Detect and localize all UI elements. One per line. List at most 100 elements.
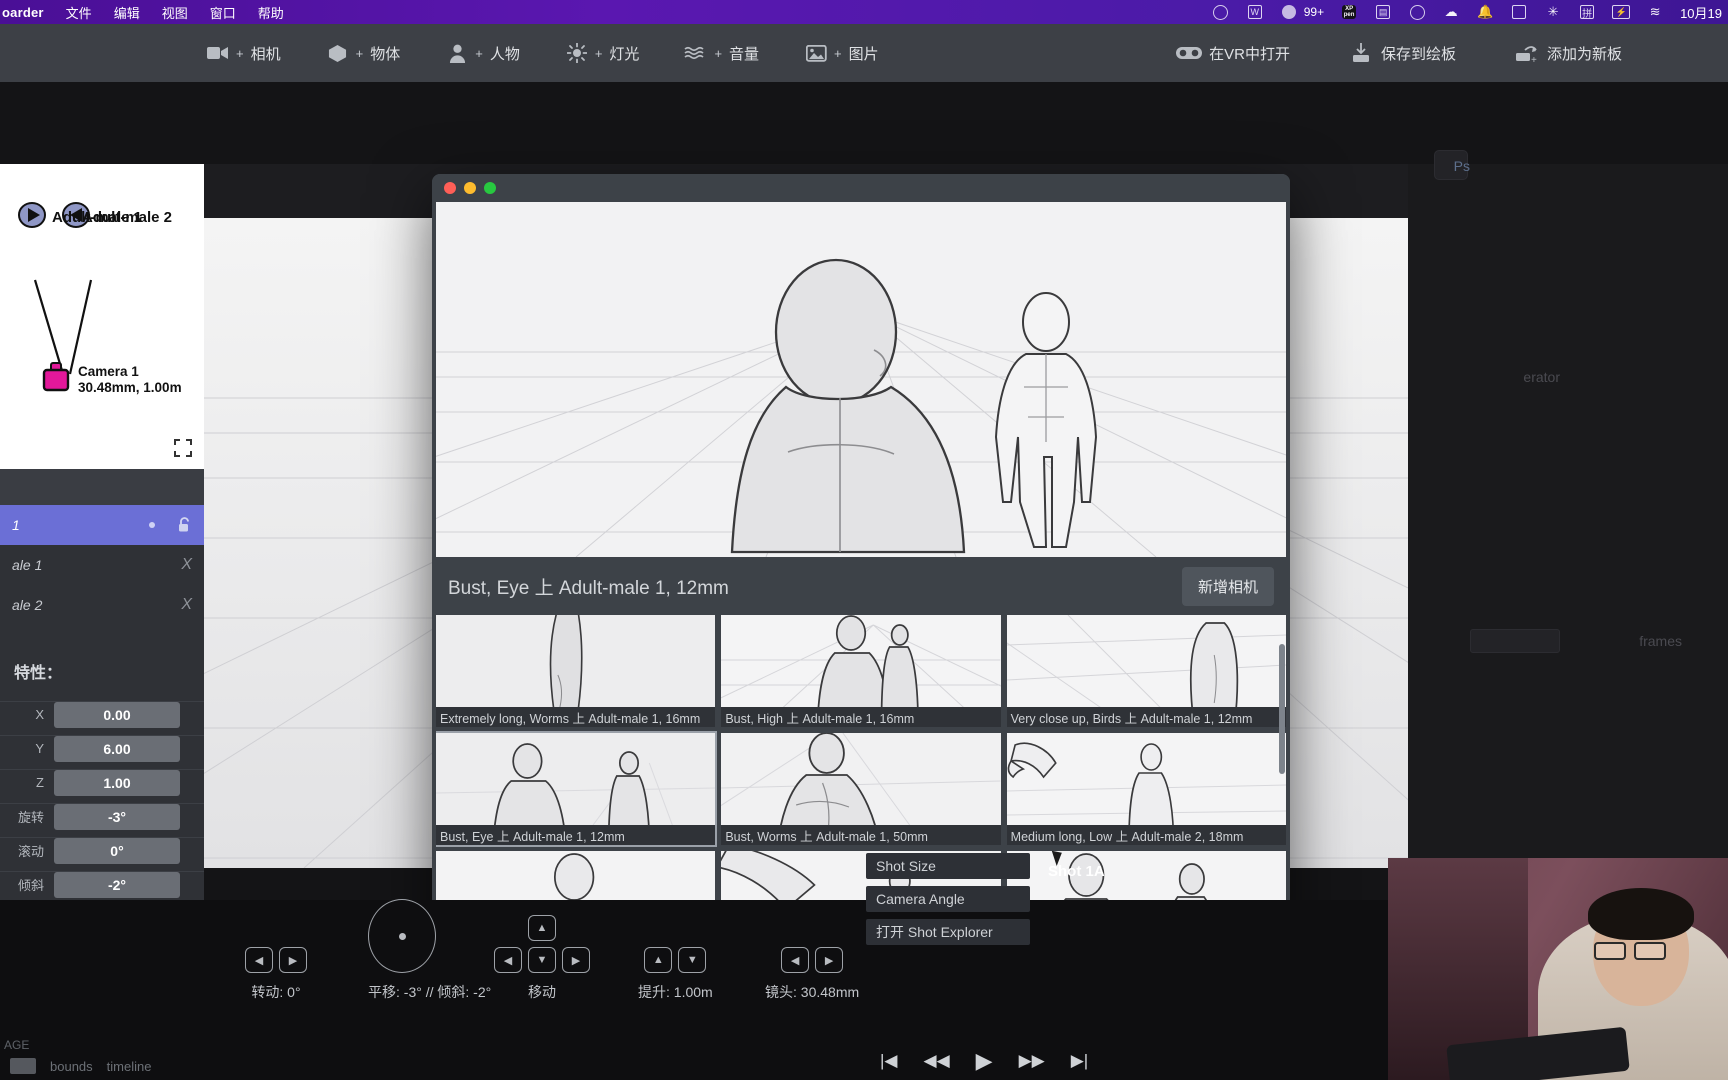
cloud-icon[interactable]: ☁ xyxy=(1442,4,1460,20)
property-label-z: Z xyxy=(36,775,44,790)
move-control: ▲ ◀ ▼ ▶ 移动 xyxy=(494,915,590,1002)
move-down-button[interactable]: ▼ xyxy=(528,947,556,973)
toolbar-add-as-new-board[interactable]: + 添加为新板 xyxy=(1514,43,1622,64)
pan-tilt-joystick[interactable] xyxy=(368,899,436,973)
bluetooth-icon[interactable]: ✳ xyxy=(1544,4,1562,20)
camera-angle-button[interactable]: Camera Angle xyxy=(866,886,1030,912)
menu-view[interactable]: 视图 xyxy=(162,3,188,22)
toolbar-label-light: 灯光 xyxy=(609,45,640,63)
modal-titlebar[interactable] xyxy=(432,174,1290,202)
figure-marker-icon-a[interactable] xyxy=(18,202,48,228)
thumbnail-3[interactable]: Bust, Eye 上 Adult-male 1, 12mm xyxy=(436,731,718,847)
visibility-dot-icon[interactable] xyxy=(149,522,155,528)
toolbar-add-camera[interactable]: + 相机 xyxy=(205,43,281,64)
toolbar-add-sound[interactable]: + 音量 xyxy=(683,43,759,64)
remove-object-icon-1[interactable]: X xyxy=(181,556,192,574)
menu-edit[interactable]: 编辑 xyxy=(114,3,140,22)
skip-forward-icon[interactable]: ▶| xyxy=(1071,1051,1089,1071)
keyboard-icon[interactable]: ▤ xyxy=(1374,4,1392,20)
thumbnail-0[interactable]: Extremely long, Worms 上 Adult-male 1, 16… xyxy=(436,615,716,727)
toolbar-add-light[interactable]: + 灯光 xyxy=(564,43,640,64)
toolbar-add-person[interactable]: + 人物 xyxy=(444,43,520,64)
object-row-1[interactable]: ale 1 X xyxy=(0,545,204,585)
menubar-left-group: oarder 文件 编辑 视图 窗口 帮助 xyxy=(0,3,284,22)
property-label-y: Y xyxy=(35,741,44,756)
thumbnail-caption-1: Bust, High 上 Adult-male 1, 16mm xyxy=(721,707,1001,727)
unlock-icon[interactable] xyxy=(177,517,192,533)
remove-object-icon-2[interactable]: X xyxy=(181,596,192,614)
thumbnail-1[interactable]: Bust, High 上 Adult-male 1, 16mm xyxy=(721,615,1001,727)
open-shot-explorer-button[interactable]: 打开 Shot Explorer xyxy=(866,919,1030,945)
property-value-y[interactable]: 6.00 xyxy=(54,735,180,762)
object-row-2[interactable]: ale 2 X xyxy=(0,585,204,625)
play-icon[interactable]: ▶ xyxy=(976,1048,993,1074)
bandwidth-icon[interactable] xyxy=(1212,4,1230,20)
menu-help[interactable]: 帮助 xyxy=(258,3,284,22)
battery-icon[interactable]: ⚡ xyxy=(1612,4,1631,20)
taskbar-chip-icon[interactable] xyxy=(10,1058,36,1074)
property-label-x: X xyxy=(35,707,44,722)
toolbar-save-to-board[interactable]: 保存到绘板 xyxy=(1348,43,1456,64)
property-value-tilt[interactable]: -2° xyxy=(54,871,180,898)
thumbnail-4[interactable]: Bust, Worms 上 Adult-male 1, 50mm xyxy=(721,733,1001,845)
minimap-camera-spec: 30.48mm, 1.00m xyxy=(78,380,182,395)
expand-minimap-icon[interactable] xyxy=(174,439,192,457)
lift-arrow-row: ▲ ▼ xyxy=(638,947,713,973)
rotate-right-button[interactable]: ▶ xyxy=(279,947,307,973)
new-camera-button[interactable]: 新增相机 xyxy=(1181,566,1274,606)
menu-file[interactable]: 文件 xyxy=(66,3,92,22)
property-value-z[interactable]: 1.00 xyxy=(54,769,180,796)
property-value-roll[interactable]: 0° xyxy=(54,837,180,864)
shot-size-button[interactable]: Shot Size xyxy=(866,853,1030,879)
thumbnail-5[interactable]: Medium long, Low 上 Adult-male 2, 18mm xyxy=(1006,733,1286,845)
skip-back-icon[interactable]: |◀ xyxy=(880,1051,898,1071)
modal-scrollbar[interactable] xyxy=(1279,644,1285,774)
toolbar-add-image[interactable]: + 图片 xyxy=(803,43,879,64)
thumbnail-2[interactable]: Very close up, Birds 上 Adult-male 1, 12m… xyxy=(1006,615,1286,727)
close-window-icon[interactable] xyxy=(444,182,456,194)
move-right-button[interactable]: ▶ xyxy=(562,947,590,973)
maximize-window-icon[interactable] xyxy=(484,182,496,194)
taskbar-timeline-label[interactable]: timeline xyxy=(107,1059,152,1074)
lens-decrease-button[interactable]: ◀ xyxy=(781,947,810,973)
lift-up-button[interactable]: ▲ xyxy=(644,947,673,973)
step-forward-icon[interactable]: ▶▶ xyxy=(1019,1051,1045,1071)
lens-increase-button[interactable]: ▶ xyxy=(815,947,844,973)
rotate-label: 转动: 0° xyxy=(251,984,301,1000)
wifi-icon[interactable]: ≋ xyxy=(1646,4,1664,20)
display-icon[interactable] xyxy=(1510,4,1528,20)
shot-explorer-modal[interactable]: Bust, Eye 上 Adult-male 1, 12mm 新增相机 Extr… xyxy=(432,174,1290,967)
move-left-button[interactable]: ◀ xyxy=(494,947,522,973)
rotate-left-button[interactable]: ◀ xyxy=(245,947,273,973)
input-method-icon[interactable]: 拼 xyxy=(1578,4,1596,20)
thumbnail-caption-3: Bust, Eye 上 Adult-male 1, 12mm xyxy=(436,825,716,845)
menubar-app-name[interactable]: oarder xyxy=(2,5,44,20)
menu-window[interactable]: 窗口 xyxy=(210,3,236,22)
minimize-window-icon[interactable] xyxy=(464,182,476,194)
camera-body-icon[interactable] xyxy=(42,362,70,397)
lift-down-button[interactable]: ▼ xyxy=(678,947,707,973)
object-row-selected[interactable]: 1 xyxy=(0,505,204,545)
toolbar-add-object[interactable]: + 物体 xyxy=(325,43,400,64)
property-row-roll: 滚动 0° xyxy=(0,837,204,864)
move-up-button[interactable]: ▲ xyxy=(528,915,556,941)
step-back-icon[interactable]: ◀◀ xyxy=(924,1051,950,1071)
webcam-overlay[interactable] xyxy=(1388,858,1728,1080)
taskbar-bounds-label[interactable]: bounds xyxy=(50,1059,93,1074)
person-icon xyxy=(444,43,470,63)
xppen-icon[interactable]: XP pen xyxy=(1340,4,1358,20)
property-value-x[interactable]: 0.00 xyxy=(54,701,180,728)
thumbnail-caption-0: Extremely long, Worms 上 Adult-male 1, 16… xyxy=(436,707,716,727)
modal-preview-image[interactable] xyxy=(436,202,1286,557)
menubar-date[interactable]: 10月19 xyxy=(1680,3,1722,22)
creative-cloud-icon[interactable] xyxy=(1408,4,1426,20)
object-icon xyxy=(325,43,351,63)
top-view-minimap[interactable]: Adult-male 1 Adult-male 2 Camera 1 30.48… xyxy=(0,164,204,469)
notification-bell-icon[interactable]: 🔔 xyxy=(1476,4,1494,20)
wps-icon[interactable]: W xyxy=(1246,4,1264,20)
property-value-rotate[interactable]: -3° xyxy=(54,803,180,830)
toolbar-label-camera: 相机 xyxy=(250,45,281,63)
right-input-field[interactable] xyxy=(1470,629,1560,653)
toolbar-open-in-vr[interactable]: 在VR中打开 xyxy=(1176,43,1290,64)
wechat-icon[interactable] xyxy=(1280,4,1298,20)
